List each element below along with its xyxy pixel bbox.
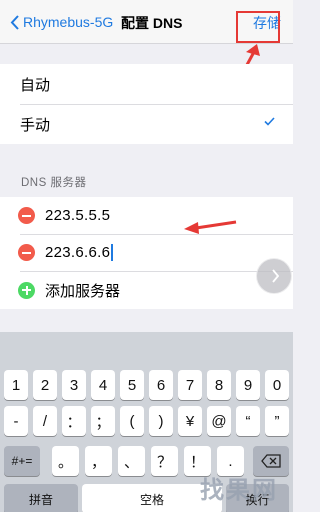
dns-servers-group: 223.5.5.5 223.6.6.6 添加服务器 bbox=[0, 197, 293, 309]
key[interactable]: @ bbox=[207, 406, 231, 436]
key[interactable]: ) bbox=[149, 406, 173, 436]
chevron-left-icon bbox=[10, 14, 19, 30]
add-circle-icon[interactable] bbox=[18, 281, 35, 299]
annotation-highlight-box bbox=[236, 11, 280, 43]
key[interactable]: 3 bbox=[62, 370, 86, 400]
dns-server-input[interactable]: 223.6.6.6 bbox=[45, 244, 110, 261]
key[interactable]: 4 bbox=[91, 370, 115, 400]
watermark: 找果网 bbox=[200, 475, 278, 504]
chevron-right-icon bbox=[272, 269, 279, 283]
key[interactable]: ： bbox=[62, 406, 86, 436]
key[interactable]: “ bbox=[236, 406, 260, 436]
key[interactable]: ( bbox=[120, 406, 144, 436]
mode-group: 自动 手动 bbox=[0, 64, 293, 144]
back-button[interactable]: Rhymebus-5G bbox=[10, 11, 113, 33]
key[interactable]: 7 bbox=[178, 370, 202, 400]
annotation-arrow-left-icon bbox=[184, 220, 237, 234]
dns-server-value[interactable]: 223.5.5.5 bbox=[45, 207, 110, 224]
back-label: Rhymebus-5G bbox=[23, 14, 114, 30]
key[interactable]: 6 bbox=[149, 370, 173, 400]
symbols-shift-key[interactable]: #+= bbox=[4, 446, 40, 476]
key[interactable]: 0 bbox=[265, 370, 289, 400]
key[interactable]: ， bbox=[85, 446, 112, 476]
key[interactable]: 5 bbox=[120, 370, 144, 400]
delete-circle-icon[interactable] bbox=[18, 207, 35, 224]
backspace-icon bbox=[261, 454, 281, 468]
key[interactable]: 、 bbox=[118, 446, 145, 476]
dns-section-header: DNS 服务器 bbox=[21, 177, 87, 189]
pinyin-key[interactable]: 拼音 bbox=[4, 484, 78, 512]
assistive-touch-button[interactable] bbox=[256, 258, 292, 294]
add-server-row[interactable]: 添加服务器 bbox=[0, 271, 293, 309]
dns-server-row[interactable]: 223.5.5.5 bbox=[0, 197, 293, 234]
checkmark-icon bbox=[264, 117, 275, 126]
key[interactable]: / bbox=[33, 406, 57, 436]
text-cursor bbox=[111, 244, 113, 261]
key[interactable]: 。 bbox=[52, 446, 79, 476]
key[interactable]: ” bbox=[265, 406, 289, 436]
key[interactable]: 1 bbox=[4, 370, 28, 400]
mode-manual-label: 手动 bbox=[20, 116, 51, 134]
key[interactable]: ； bbox=[91, 406, 115, 436]
mode-auto-row[interactable]: 自动 bbox=[0, 64, 293, 104]
key[interactable]: 8 bbox=[207, 370, 231, 400]
key[interactable]: 2 bbox=[33, 370, 57, 400]
delete-circle-icon[interactable] bbox=[18, 244, 35, 261]
key[interactable]: ？ bbox=[151, 446, 178, 476]
mode-auto-label: 自动 bbox=[20, 76, 51, 94]
key[interactable]: 9 bbox=[236, 370, 260, 400]
dns-server-row[interactable]: 223.6.6.6 bbox=[0, 234, 293, 271]
page-title: 配置 DNS bbox=[121, 15, 183, 31]
add-server-label: 添加服务器 bbox=[45, 282, 121, 300]
key[interactable]: - bbox=[4, 406, 28, 436]
mode-manual-row[interactable]: 手动 bbox=[0, 104, 293, 144]
key[interactable]: ¥ bbox=[178, 406, 202, 436]
